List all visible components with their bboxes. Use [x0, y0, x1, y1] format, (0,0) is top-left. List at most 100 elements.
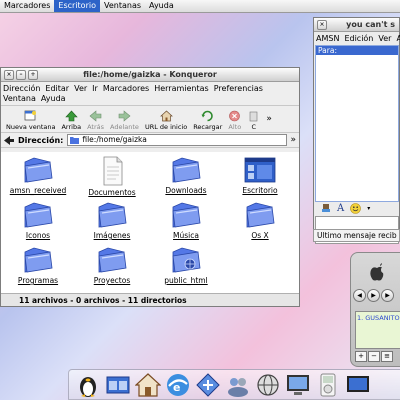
- maximize-icon[interactable]: +: [28, 70, 38, 80]
- new-window-icon: [24, 110, 37, 121]
- file-item[interactable]: Imágenes: [75, 201, 149, 240]
- up-button[interactable]: Arriba: [58, 110, 84, 131]
- smiley-icon[interactable]: [350, 202, 362, 214]
- amsn-menu-amsn[interactable]: AMSN: [316, 34, 339, 43]
- list-icon[interactable]: ≡: [381, 351, 393, 362]
- top-menubar: Marcadores Escritorio Ventanas Ayuda: [0, 0, 400, 13]
- back-arrow-icon: [89, 110, 102, 122]
- amsn-menu-edicion[interactable]: Edición: [344, 34, 373, 43]
- minimize-icon[interactable]: –: [16, 70, 26, 80]
- robot-icon[interactable]: [321, 203, 331, 213]
- font-icon[interactable]: A: [337, 203, 344, 214]
- address-input[interactable]: file:/home/gaizka: [67, 134, 288, 146]
- amsn-menu-ver[interactable]: Ver: [378, 34, 391, 43]
- stop-button[interactable]: Alto: [225, 110, 244, 131]
- menu-ventana[interactable]: Ventana: [3, 94, 36, 104]
- menu-ayuda[interactable]: Ayuda: [41, 94, 66, 104]
- file-item[interactable]: Proyectos: [75, 246, 149, 285]
- dock: e: [68, 369, 400, 400]
- previous-icon[interactable]: ◀: [353, 289, 366, 302]
- file-item-label: amsn_received: [9, 186, 67, 195]
- amsn-last-message: Ultimo mensaje recib: [313, 229, 400, 242]
- window-list-icon[interactable]: [105, 372, 131, 398]
- menu-preferencias[interactable]: Preferencias: [214, 84, 263, 94]
- globe-icon[interactable]: [255, 372, 281, 398]
- close-icon[interactable]: ×: [317, 20, 327, 30]
- amsn-chat-area[interactable]: Para:: [315, 45, 399, 202]
- amsn-menu-acciones[interactable]: Ac: [396, 34, 400, 43]
- address-label: Dirección:: [18, 135, 64, 145]
- reload-icon: [201, 110, 214, 122]
- forward-button[interactable]: Adelante: [107, 110, 142, 131]
- home-button[interactable]: URL de inicio: [142, 110, 190, 131]
- folder-icon: [98, 247, 127, 273]
- file-item[interactable]: Iconos: [1, 201, 75, 240]
- menu-editar[interactable]: Editar: [45, 84, 69, 94]
- location-icon: [4, 135, 14, 145]
- network-icon[interactable]: [195, 372, 221, 398]
- konqueror-menubar-row2: Ventana Ayuda: [1, 94, 299, 106]
- tux-icon[interactable]: [75, 372, 101, 398]
- file-item[interactable]: public_html: [149, 246, 223, 285]
- menu-ir[interactable]: Ir: [92, 84, 98, 94]
- folder-icon: [24, 157, 53, 183]
- file-item-label: Escritorio: [242, 186, 278, 195]
- home-icon[interactable]: [135, 372, 161, 398]
- close-icon[interactable]: ×: [4, 70, 14, 80]
- status-bar: 11 archivos - 0 archivos - 11 directorio…: [1, 293, 299, 306]
- playlist-item[interactable]: 1. GUSANITO -: [356, 312, 400, 324]
- reload-button[interactable]: Recargar: [190, 110, 225, 131]
- address-overflow-button[interactable]: »: [290, 135, 296, 145]
- ipod-icon[interactable]: [315, 372, 341, 398]
- screen-icon[interactable]: [345, 372, 371, 398]
- menu-ventanas[interactable]: Ventanas: [100, 0, 145, 12]
- folder-icon: [70, 137, 80, 144]
- file-item[interactable]: Música: [149, 201, 223, 240]
- menu-ayuda[interactable]: Ayuda: [145, 0, 178, 12]
- browser-icon[interactable]: e: [165, 372, 191, 398]
- menu-ver[interactable]: Ver: [74, 84, 87, 94]
- people-icon[interactable]: [225, 372, 251, 398]
- chevron-down-icon[interactable]: ▾: [367, 205, 370, 212]
- menu-direccion[interactable]: Dirección: [3, 84, 40, 94]
- amsn-format-bar: A ▾: [315, 201, 399, 215]
- back-button[interactable]: Atrás: [84, 110, 107, 131]
- clipboard-icon: [250, 111, 258, 122]
- file-item[interactable]: Os X: [223, 201, 297, 240]
- folder-icon: [24, 202, 53, 228]
- forward-arrow-icon: [118, 110, 131, 122]
- menu-marcadores[interactable]: Marcadores: [103, 84, 149, 94]
- new-window-button[interactable]: Nueva ventana: [3, 110, 58, 131]
- playlist[interactable]: 1. GUSANITO -: [355, 311, 400, 349]
- toolbar-cut-item[interactable]: C: [244, 110, 263, 131]
- folder-icon: [246, 202, 275, 228]
- file-item[interactable]: amsn_received: [1, 156, 75, 195]
- file-item-label: Documentos: [88, 188, 136, 197]
- next-icon[interactable]: ▶: [381, 289, 394, 302]
- file-view[interactable]: amsn_received Documentos Downloads Escritor…: [1, 152, 299, 293]
- konqueror-titlebar[interactable]: file:/home/gaizka - Konqueror × – +: [1, 68, 299, 82]
- amsn-titlebar[interactable]: you can't s ×: [314, 18, 399, 32]
- toolbar-overflow-button[interactable]: »: [263, 114, 275, 124]
- address-value: file:/home/gaizka: [82, 135, 147, 144]
- desktop-folder-icon: [244, 157, 276, 183]
- file-item[interactable]: Programas: [1, 246, 75, 285]
- add-icon[interactable]: +: [355, 351, 367, 362]
- web-folder-icon: [172, 247, 201, 273]
- menu-escritorio[interactable]: Escritorio: [54, 0, 100, 12]
- play-icon[interactable]: ▶: [367, 289, 380, 302]
- up-arrow-icon: [65, 110, 78, 122]
- menu-marcadores[interactable]: Marcadores: [0, 0, 54, 12]
- file-item[interactable]: Documentos: [75, 156, 149, 197]
- document-folder-icon: [103, 156, 123, 186]
- file-item[interactable]: Escritorio: [223, 156, 297, 195]
- address-bar: Dirección: file:/home/gaizka »: [1, 133, 299, 148]
- monitor-icon[interactable]: [285, 372, 311, 398]
- folder-icon: [172, 202, 201, 228]
- remove-icon[interactable]: −: [368, 351, 380, 362]
- menu-herramientas[interactable]: Herramientas: [154, 84, 209, 94]
- file-item[interactable]: Downloads: [149, 156, 223, 195]
- file-item-label: Proyectos: [93, 276, 131, 285]
- konqueror-menubar: Dirección Editar Ver Ir Marcadores Herra…: [1, 82, 299, 94]
- amsn-menubar: AMSN Edición Ver Ac: [314, 32, 400, 45]
